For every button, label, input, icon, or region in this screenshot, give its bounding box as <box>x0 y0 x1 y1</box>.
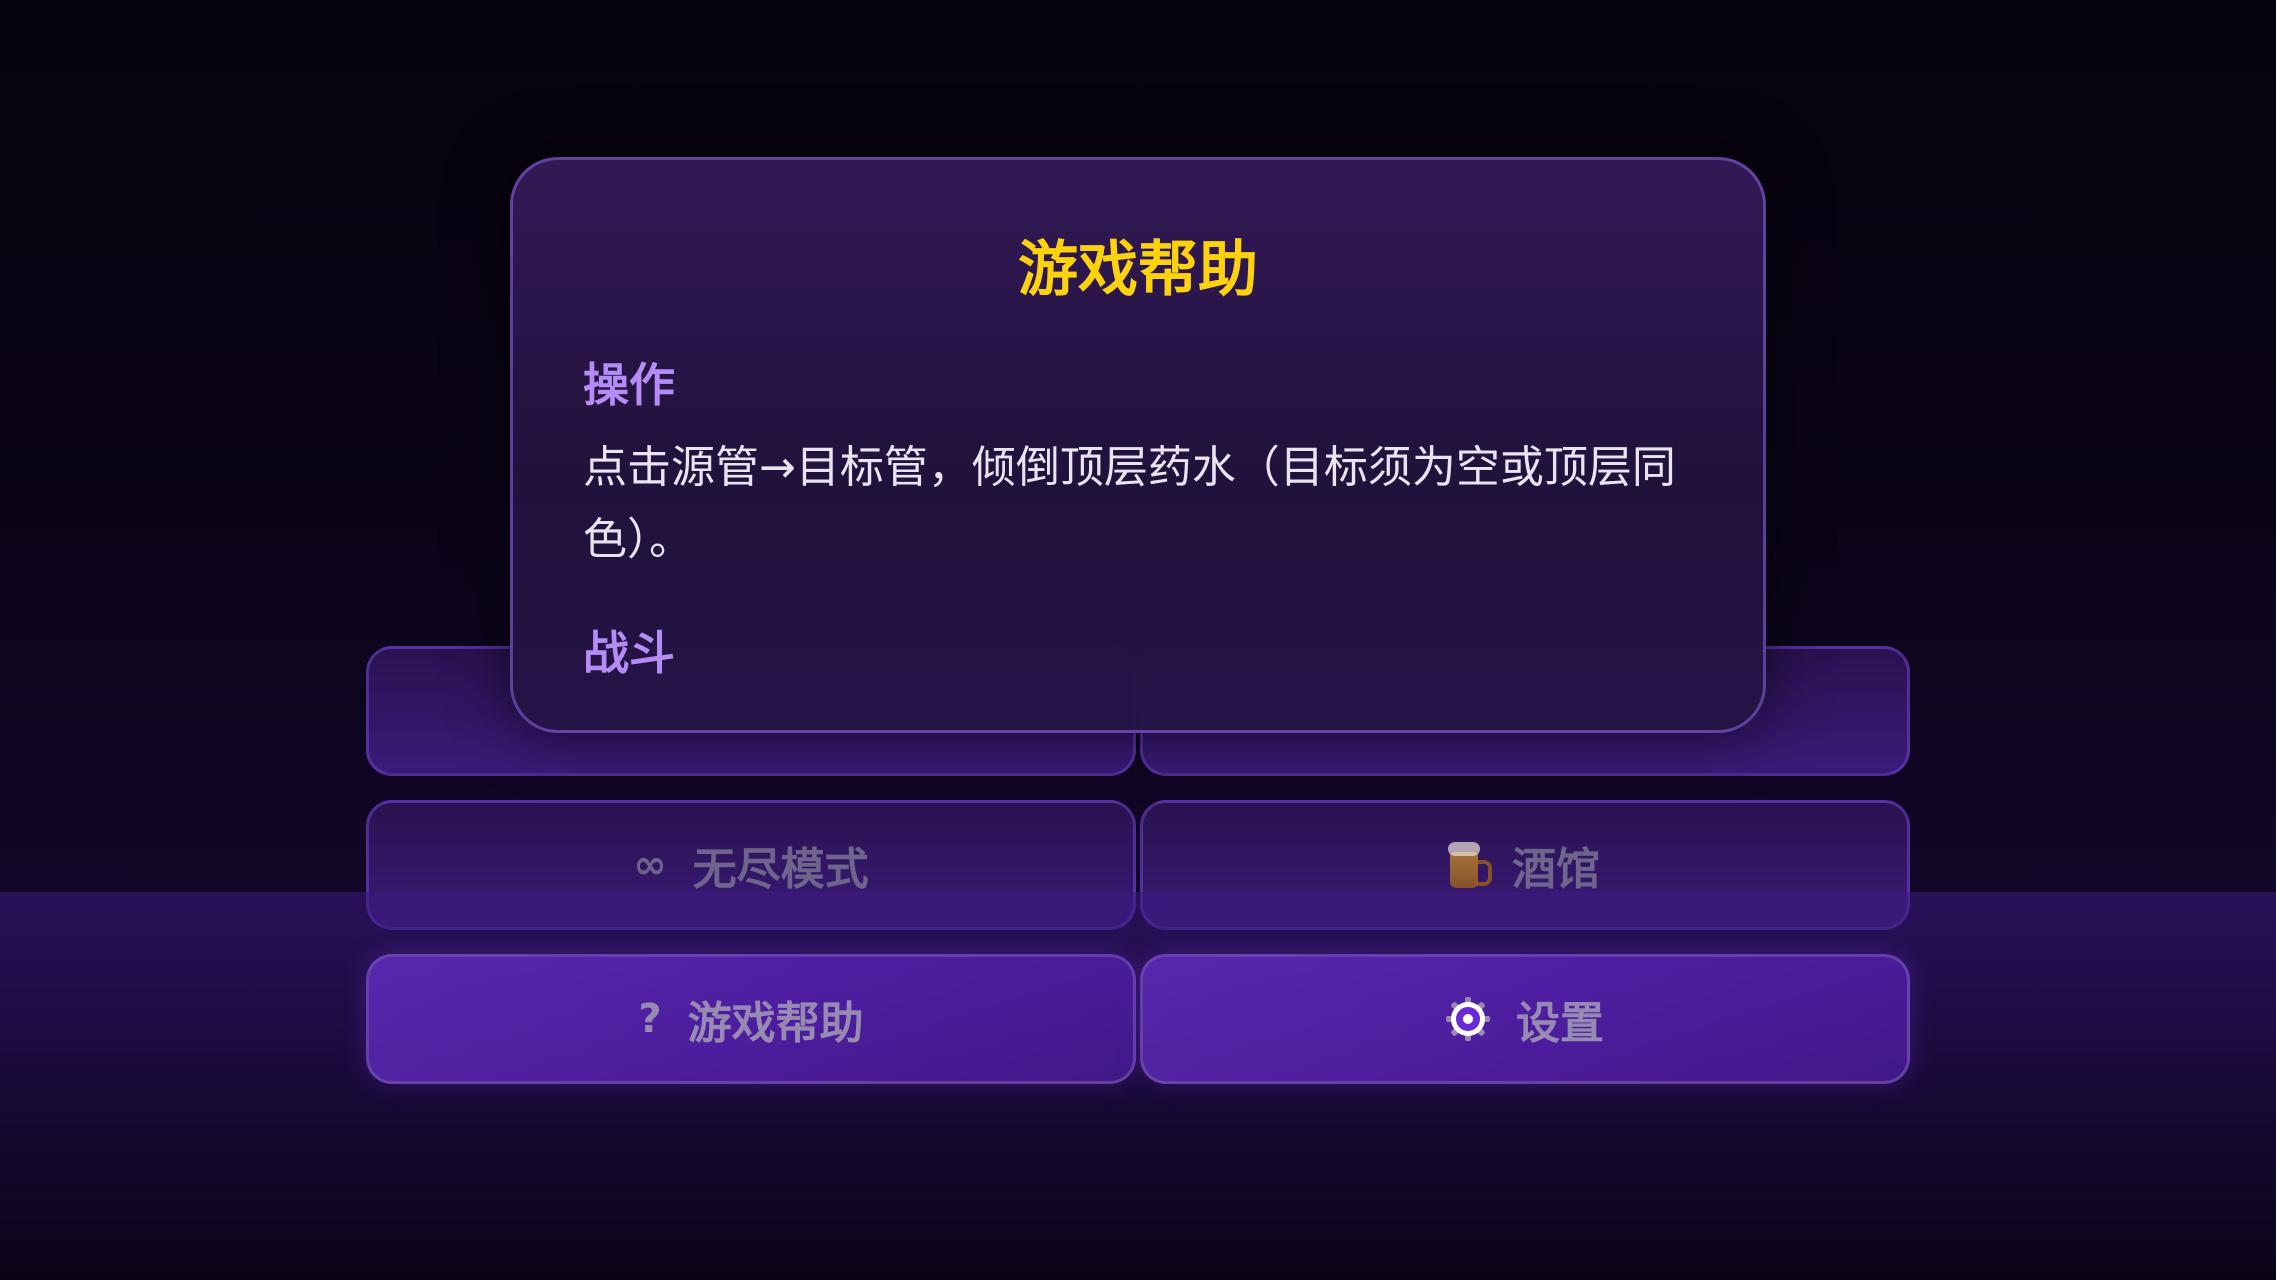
section-text-controls: 点击源管→目标管，倾倒顶层药水（目标须为空或顶层同色）。 <box>583 442 1676 565</box>
beer-mug-icon <box>1448 842 1492 888</box>
game-help-button[interactable]: ? 游戏帮助 <box>366 954 1136 1084</box>
settings-button[interactable]: 设置 <box>1140 954 1910 1084</box>
settings-label: 设置 <box>1516 998 1604 1049</box>
game-screen: ∞ 无尽模式 酒馆 ? 游戏帮助 设置 游戏帮助 操作 点击源管→目标管，倾倒顶… <box>0 0 2276 1280</box>
tavern-label: 酒馆 <box>1512 844 1600 895</box>
infinity-icon: ∞ <box>633 842 667 888</box>
section-heading-controls: 操作 <box>583 358 675 412</box>
section-heading-battle: 战斗 <box>583 626 675 680</box>
gear-icon <box>1446 997 1490 1041</box>
help-dialog-title: 游戏帮助 <box>1018 235 1258 305</box>
tavern-button[interactable]: 酒馆 <box>1140 800 1910 930</box>
help-dialog[interactable]: 游戏帮助 操作 点击源管→目标管，倾倒顶层药水（目标须为空或顶层同色）。 战斗 <box>510 157 1766 733</box>
endless-mode-button[interactable]: ∞ 无尽模式 <box>366 800 1136 930</box>
game-help-label: 游戏帮助 <box>687 998 864 1049</box>
question-mark-icon: ? <box>638 996 662 1042</box>
endless-mode-label: 无尽模式 <box>692 844 869 895</box>
